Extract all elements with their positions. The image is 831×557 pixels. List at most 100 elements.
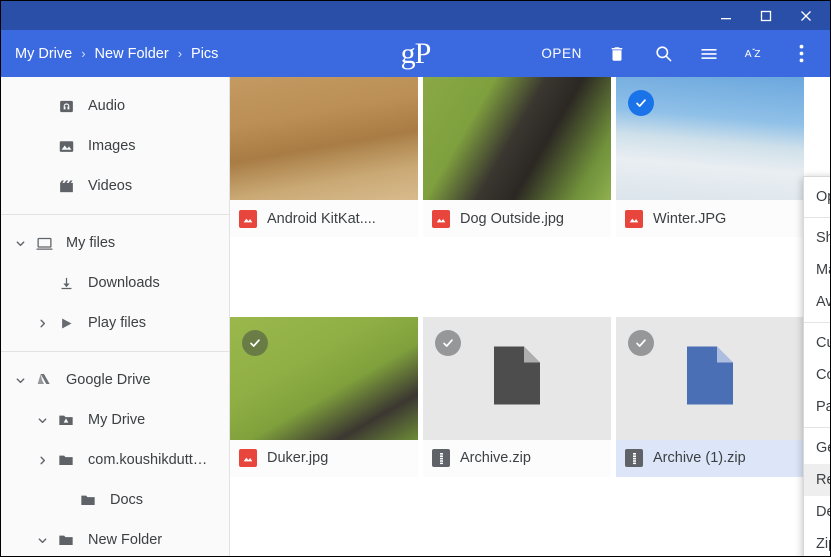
sidebar-item-label: Play files bbox=[88, 315, 147, 331]
menu-item-label: Rename bbox=[816, 472, 830, 488]
menu-item-label: Copy bbox=[816, 367, 830, 383]
menu-item-label: Get info bbox=[816, 440, 830, 456]
menu-item-paste[interactable]: PasteCtrl+V bbox=[804, 391, 830, 423]
download-icon bbox=[53, 276, 79, 291]
image-file-icon bbox=[239, 449, 257, 467]
more-options-icon[interactable] bbox=[778, 30, 824, 77]
svg-text:Z: Z bbox=[754, 49, 761, 60]
sidebar-item-docs[interactable]: Docs bbox=[1, 480, 229, 520]
image-icon bbox=[53, 138, 79, 155]
file-card[interactable]: Duker.jpg bbox=[230, 316, 418, 477]
svg-text:A: A bbox=[745, 49, 752, 60]
file-thumbnail bbox=[423, 316, 611, 440]
menu-item-zip-selection[interactable]: Zip selection bbox=[804, 528, 830, 556]
file-card[interactable]: Android KitKat.... bbox=[230, 77, 418, 237]
menu-item-cut[interactable]: CutCtrl+X bbox=[804, 327, 830, 359]
file-name-bar: Winter.JPG bbox=[616, 200, 804, 237]
menu-item-get-info[interactable]: Get infoSpace bbox=[804, 432, 830, 464]
sidebar-item-label: Audio bbox=[88, 98, 126, 114]
menu-item-open[interactable]: Open bbox=[804, 181, 830, 213]
file-name: Winter.JPG bbox=[653, 210, 727, 227]
play-icon bbox=[53, 316, 79, 331]
breadcrumb-item-0[interactable]: My Drive bbox=[15, 46, 72, 62]
menu-item-rename[interactable]: RenameCtrl+Enter bbox=[804, 464, 830, 496]
action-bar: My Drive › New Folder › Pics gP OPEN A Z bbox=[1, 30, 830, 77]
file-thumbnail bbox=[616, 77, 804, 200]
minimize-button[interactable] bbox=[706, 1, 746, 30]
computer-icon bbox=[31, 235, 57, 252]
sidebar-item-label: Videos bbox=[88, 178, 133, 194]
breadcrumb-item-1[interactable]: New Folder bbox=[95, 46, 169, 62]
zip-file-icon bbox=[432, 449, 450, 467]
maximize-button[interactable] bbox=[746, 1, 786, 30]
sidebar-item-images[interactable]: Images bbox=[1, 126, 229, 166]
sidebar-item-my-drive[interactable]: My Drive bbox=[1, 400, 229, 440]
menu-divider bbox=[804, 322, 830, 323]
breadcrumb: My Drive › New Folder › Pics bbox=[1, 46, 218, 62]
menu-item-manage-in-drive[interactable]: Manage in Drive bbox=[804, 254, 830, 286]
file-card[interactable]: Archive (1).zip bbox=[616, 316, 804, 477]
folder-icon bbox=[53, 532, 79, 548]
chevron-right-icon[interactable] bbox=[31, 455, 53, 466]
chevron-right-icon[interactable] bbox=[31, 318, 53, 329]
chevron-down-icon[interactable] bbox=[9, 238, 31, 249]
menu-item-label: Cut bbox=[816, 335, 830, 351]
sort-az-icon[interactable]: A Z bbox=[732, 30, 778, 77]
audio-icon bbox=[53, 98, 79, 115]
drive-folder-icon bbox=[53, 412, 79, 428]
menu-item-label: Paste bbox=[816, 399, 830, 415]
file-thumbnail bbox=[616, 316, 804, 440]
chevron-down-icon[interactable] bbox=[31, 535, 53, 546]
file-thumbnail bbox=[423, 77, 611, 200]
menu-item-available-offline[interactable]: Available offline bbox=[804, 286, 830, 318]
sidebar-item-play-files[interactable]: Play files bbox=[1, 303, 229, 343]
menu-divider bbox=[804, 427, 830, 428]
selection-checkmark[interactable] bbox=[628, 329, 654, 356]
image-file-icon bbox=[239, 209, 257, 228]
menu-item-label: Manage in Drive bbox=[816, 262, 830, 278]
search-icon[interactable] bbox=[640, 30, 686, 77]
sidebar-item-videos[interactable]: Videos bbox=[1, 166, 229, 206]
sidebar-item-new-folder[interactable]: New Folder bbox=[1, 520, 229, 556]
breadcrumb-separator: › bbox=[81, 46, 86, 61]
selection-checkmark[interactable] bbox=[242, 329, 268, 356]
sidebar-item-label: My Drive bbox=[88, 412, 146, 428]
menu-item-share-with-others[interactable]: Share with others bbox=[804, 222, 830, 254]
chevron-down-icon[interactable] bbox=[9, 375, 31, 386]
selection-checkmark[interactable] bbox=[435, 329, 461, 356]
file-card[interactable]: Archive.zip bbox=[423, 316, 611, 477]
image-file-icon bbox=[625, 209, 643, 228]
sidebar-item-downloads[interactable]: Downloads bbox=[1, 263, 229, 303]
file-card[interactable]: Winter.JPG bbox=[616, 77, 804, 237]
open-button[interactable]: OPEN bbox=[529, 30, 594, 77]
sidebar-item-label: Images bbox=[88, 138, 136, 154]
main-body: Audio Images Videos My files Downloads Play f… bbox=[1, 77, 830, 556]
context-menu: Open Share with others Manage in Drive Avai… bbox=[803, 176, 830, 556]
image-file-icon bbox=[432, 209, 450, 228]
close-button[interactable] bbox=[786, 1, 826, 30]
selection-checkmark[interactable] bbox=[628, 90, 654, 116]
menu-item-delete[interactable]: DeleteAlt+Backspace bbox=[804, 496, 830, 528]
delete-icon[interactable] bbox=[594, 30, 640, 77]
sidebar-item-audio[interactable]: Audio bbox=[1, 86, 229, 126]
list-view-icon[interactable] bbox=[686, 30, 732, 77]
sidebar-item-google-drive[interactable]: Google Drive bbox=[1, 360, 229, 400]
sidebar-divider bbox=[1, 214, 229, 215]
chevron-down-icon[interactable] bbox=[31, 415, 53, 426]
file-name-bar: Archive.zip bbox=[423, 439, 611, 477]
sidebar: Audio Images Videos My files Downloads Play f… bbox=[1, 77, 230, 556]
menu-item-copy[interactable]: CopyCtrl+C bbox=[804, 359, 830, 391]
sidebar-item-label: Downloads bbox=[88, 275, 160, 291]
title-bar bbox=[1, 1, 830, 30]
sidebar-item-com-koushikdutt[interactable]: com.koushikdutt… bbox=[1, 440, 229, 480]
file-name: Archive (1).zip bbox=[653, 450, 746, 466]
sidebar-item-label: My files bbox=[66, 235, 116, 251]
sidebar-item-my-files[interactable]: My files bbox=[1, 223, 229, 263]
menu-item-label: Available offline bbox=[816, 294, 830, 310]
sidebar-item-label: com.koushikdutt… bbox=[88, 452, 208, 468]
menu-item-label: Open bbox=[816, 189, 830, 205]
breadcrumb-item-2[interactable]: Pics bbox=[191, 46, 218, 62]
file-thumbnail bbox=[230, 77, 418, 200]
file-card[interactable]: Dog Outside.jpg bbox=[423, 77, 611, 237]
zip-file-icon bbox=[625, 449, 643, 467]
